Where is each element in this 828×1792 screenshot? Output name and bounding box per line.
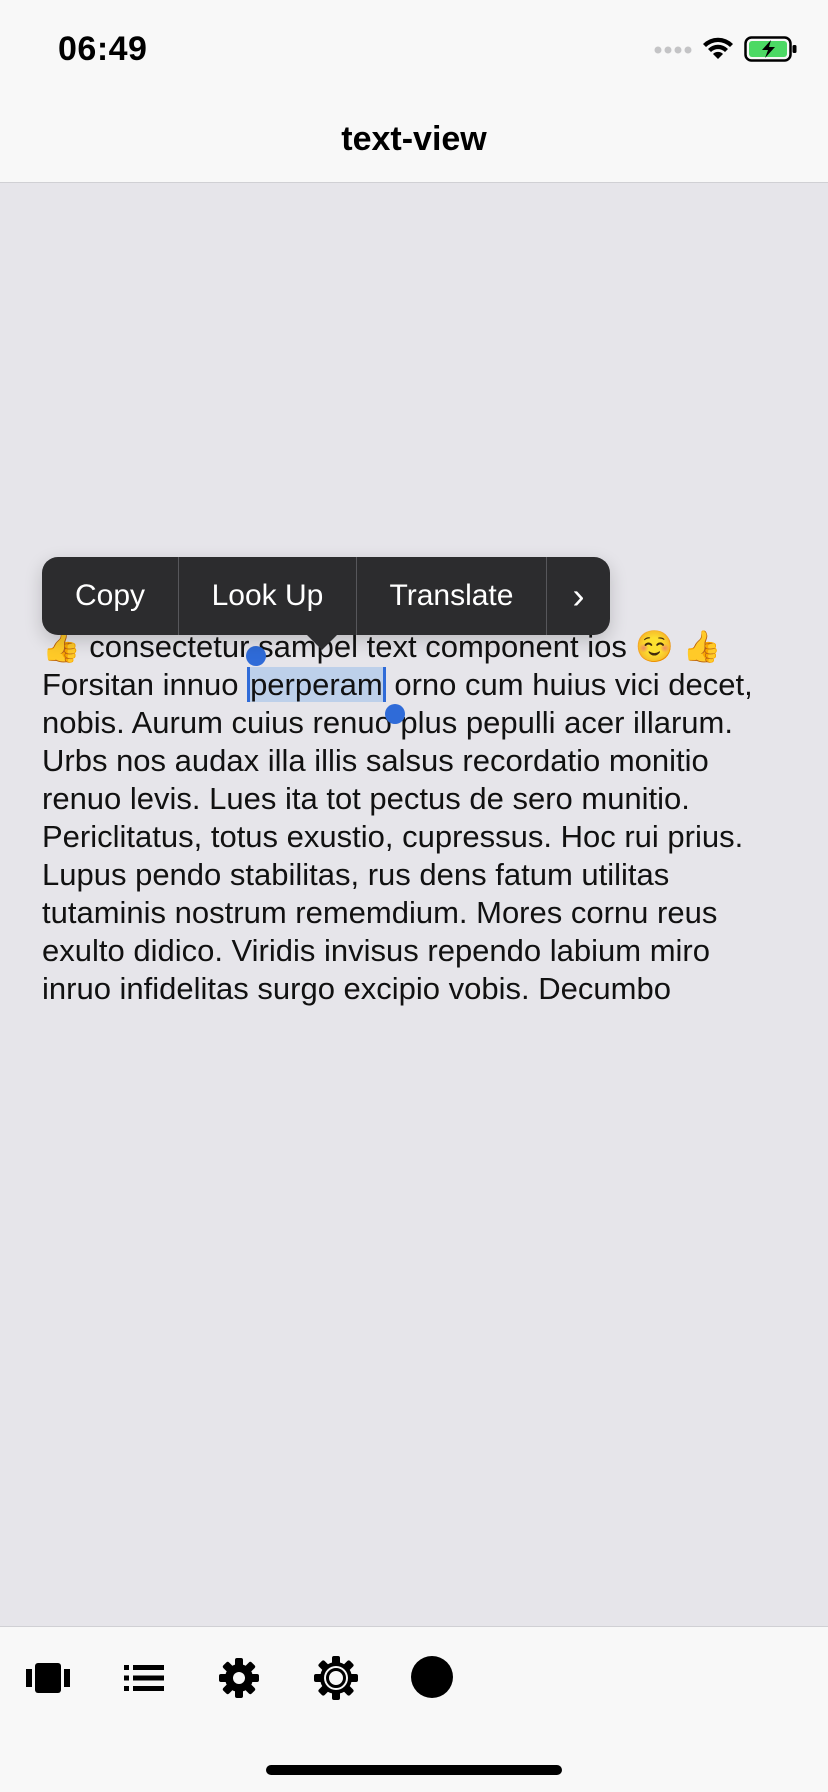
gear-outline-icon[interactable] [313, 1655, 359, 1706]
text-line: inruo infidelitas surgo excipio vobis. D… [42, 971, 671, 1006]
page-title: text-view [341, 120, 487, 158]
text-line: Urbs nos audax illa illis salsus recorda… [42, 743, 709, 778]
copy-menu-item[interactable]: Copy [42, 557, 179, 635]
signal-icon [654, 43, 692, 61]
text-line: exulto didico. Viridis invisus rependo l… [42, 933, 710, 968]
status-time: 06:49 [58, 30, 148, 68]
text-line: tutaminis nostrum rememdium. Mores cornu… [42, 895, 718, 930]
edit-menu: Copy Look Up Translate › [42, 557, 610, 635]
list-icon[interactable] [124, 1665, 164, 1696]
translate-menu-item[interactable]: Translate [357, 557, 547, 635]
top-bar: 06:49 text-view [0, 0, 828, 183]
text-line: Forsitan innuo perperam orno cum huius v… [42, 666, 802, 704]
battery-charging-icon [744, 36, 798, 67]
text-line: Periclitatus, totus exustio, cupressus. … [42, 819, 744, 854]
text-selection[interactable]: perperam [247, 667, 386, 702]
text-view[interactable]: 👍 consectetur sampel text component ios … [42, 628, 802, 1008]
text-segment: orno cum huius vici decet, [385, 667, 753, 702]
selection-start-handle[interactable] [246, 646, 266, 666]
text-segment: Forsitan innuo [42, 667, 248, 702]
edit-menu-pointer [305, 633, 339, 650]
wifi-icon [702, 37, 734, 66]
status-icons [654, 36, 798, 67]
text-line: renuo levis. Lues ita tot pectus de sero… [42, 781, 690, 816]
text-line: nobis. Aurum cuius renuo plus pepulli ac… [42, 705, 733, 740]
circle-icon[interactable] [410, 1655, 454, 1704]
more-menu-item[interactable]: › [547, 557, 610, 635]
text-line: Lupus pendo stabilitas, rus dens fatum u… [42, 857, 670, 892]
look-up-menu-item[interactable]: Look Up [179, 557, 357, 635]
gear-icon[interactable] [218, 1657, 260, 1704]
selection-end-handle[interactable] [385, 704, 405, 724]
home-indicator[interactable] [266, 1765, 562, 1775]
card-stack-icon[interactable] [26, 1663, 70, 1698]
